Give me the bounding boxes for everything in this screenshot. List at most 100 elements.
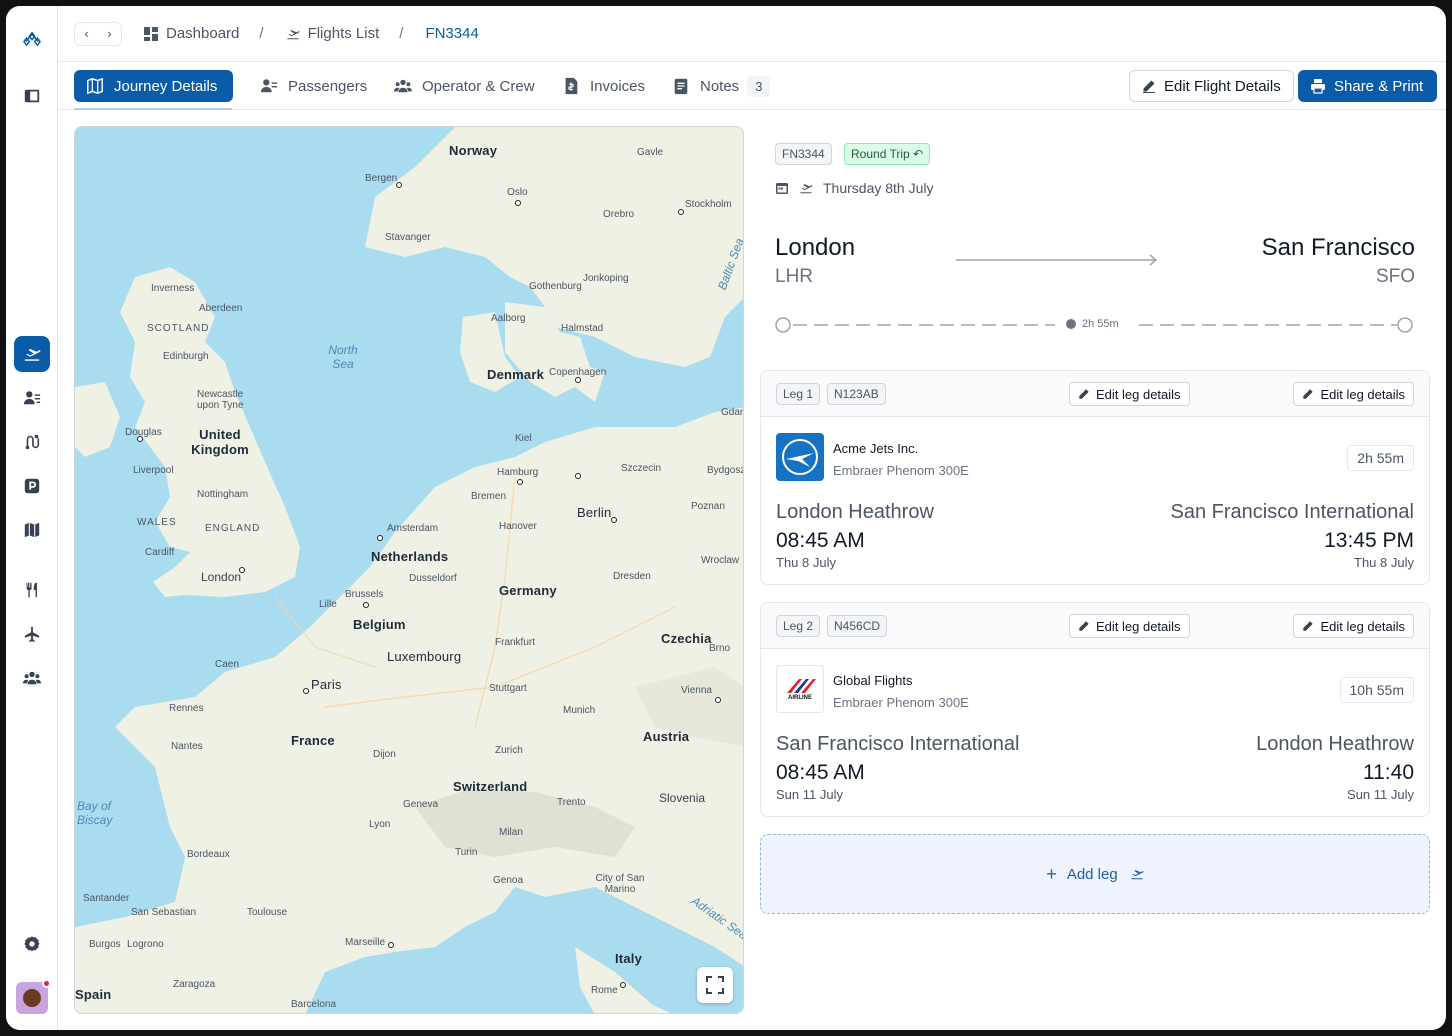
button-label: Edit Flight Details — [1164, 77, 1281, 95]
settings-icon[interactable] — [14, 926, 50, 962]
catering-icon[interactable] — [14, 572, 50, 608]
back-arrow-icon[interactable]: ‹ — [75, 23, 98, 45]
map-country-label: France — [291, 733, 335, 748]
toggle-sidebar-icon[interactable] — [14, 78, 50, 114]
map-city-label: Turin — [455, 847, 478, 858]
city-marker — [715, 697, 721, 703]
user-avatar[interactable] — [16, 979, 51, 1014]
map-city-label: Milan — [499, 827, 523, 838]
edit-leg-button[interactable]: Edit leg details — [1069, 382, 1190, 406]
parking-icon[interactable] — [14, 468, 50, 504]
map-country-label: Luxembourg — [387, 649, 462, 664]
total-duration: 2h 55m — [1066, 318, 1119, 330]
arrival-date: Thu 8 July — [1354, 555, 1414, 570]
map-city-label: Logrono — [127, 939, 164, 950]
pencil-icon — [1303, 621, 1314, 631]
city-marker — [363, 602, 369, 608]
map-country-label: Netherlands — [371, 549, 449, 564]
map-city-label: Wroclaw — [701, 555, 740, 566]
breadcrumb-dashboard[interactable]: Dashboard — [144, 25, 239, 42]
map-city-label: Aberdeen — [199, 303, 243, 314]
map-city-label: Barcelona — [291, 999, 337, 1010]
tab-label: Notes — [700, 77, 740, 95]
operator-name: Acme Jets Inc. — [833, 441, 919, 456]
departure-airport: San Francisco International — [776, 733, 1020, 755]
arrival-airport: San Francisco International — [1170, 501, 1414, 523]
tab-notes[interactable]: Notes 3 — [672, 70, 771, 102]
map-country-label: Germany — [499, 583, 557, 598]
aircraft-type: Embraer Phenom 300E — [833, 695, 969, 710]
leg-header: Leg 1 N123AB Edit leg details Edit leg d… — [761, 371, 1429, 417]
map-city-label: Gavle — [637, 147, 664, 158]
flight-date: Thursday 8th July — [823, 180, 934, 196]
map-icon — [87, 77, 103, 95]
tab-journey-details[interactable]: Journey Details — [74, 70, 234, 102]
edit-leg-button[interactable]: Edit leg details — [1069, 614, 1190, 638]
passengers-icon[interactable] — [14, 380, 50, 416]
trip-type-badge: Round Trip ↶ — [844, 143, 931, 165]
button-label: Edit leg details — [1320, 618, 1405, 634]
route-map[interactable]: Norway Denmark United Kingdom Netherland… — [74, 126, 744, 1014]
city-marker — [137, 436, 143, 442]
invoice-icon — [565, 77, 578, 95]
city-marker — [377, 535, 383, 541]
edit-leg-button[interactable]: Edit leg details — [1293, 614, 1414, 638]
map-city-label: Santander — [83, 893, 130, 904]
notes-icon — [674, 78, 688, 95]
map-city-label: Geneva — [403, 799, 439, 810]
map-city-label: Gothenburg — [529, 281, 582, 292]
edit-flight-details-button[interactable]: Edit Flight Details — [1129, 70, 1294, 102]
breadcrumb-flights-list[interactable]: Flights List — [286, 25, 379, 42]
app-logo-icon[interactable] — [14, 20, 50, 56]
map-country-label: Switzerland — [453, 779, 528, 794]
arrival-date: Sun 11 July — [1347, 787, 1414, 802]
return-arrow-icon: ↶ — [913, 147, 924, 161]
add-leg-button[interactable]: + Add leg — [760, 834, 1430, 914]
map-city-label: Zaragoza — [173, 979, 216, 990]
map-city-label: Burgos — [89, 939, 121, 950]
map-country-label: Austria — [643, 729, 690, 744]
leg-card: Leg 2 N456CD Edit leg details Edit leg d… — [760, 602, 1430, 817]
city-marker — [620, 982, 626, 988]
tab-passengers[interactable]: Passengers — [260, 70, 367, 102]
breadcrumb-label: Dashboard — [166, 25, 240, 42]
operator-logo — [776, 433, 824, 481]
map-country-label: Belgium — [353, 617, 406, 632]
crew-icon[interactable] — [14, 660, 50, 696]
tab-invoices[interactable]: Invoices — [562, 70, 645, 102]
tail-number: N123AB — [827, 383, 886, 405]
map-city-label: Inverness — [151, 283, 195, 294]
flight-date-row: Thursday 8th July — [775, 180, 934, 196]
flights-icon[interactable] — [14, 336, 50, 372]
destination-code: SFO — [1375, 266, 1415, 287]
leg-duration: 10h 55m — [1339, 677, 1414, 703]
fullscreen-button[interactable] — [697, 967, 733, 1003]
button-label: Edit leg details — [1096, 618, 1181, 634]
logo-text: AIRLINE — [788, 695, 812, 701]
city-marker — [611, 517, 617, 523]
map-city-label: Cardiff — [145, 547, 175, 558]
notes-count-badge: 3 — [747, 75, 771, 97]
map-country-label: Czechia — [661, 631, 712, 646]
map-icon[interactable] — [14, 512, 50, 548]
app-window: ‹ › Dashboard / Flights List / FN3344 Jo… — [6, 6, 1446, 1030]
operator-logo: AIRLINE — [776, 665, 824, 713]
tab-operator-crew[interactable]: Operator & Crew — [394, 70, 535, 102]
edit-leg-button[interactable]: Edit leg details — [1293, 382, 1414, 406]
map-city-label: Stuttgart — [489, 683, 527, 694]
map-city-label: Newcastle upon Tyne — [197, 389, 244, 411]
passengers-icon — [260, 79, 278, 93]
history-nav: ‹ › — [74, 21, 122, 46]
share-print-button[interactable]: Share & Print — [1298, 70, 1438, 102]
leg-card: Leg 1 N123AB Edit leg details Edit leg d… — [760, 370, 1430, 585]
forward-arrow-icon[interactable]: › — [98, 23, 121, 45]
routes-icon[interactable] — [14, 424, 50, 460]
aircraft-icon[interactable] — [14, 616, 50, 652]
map-city-label: City of San Marino — [595, 873, 645, 895]
tab-label: Operator & Crew — [422, 77, 535, 95]
breadcrumb-current: FN3344 — [425, 25, 478, 42]
clock-icon — [1066, 319, 1076, 329]
map-city-label: Bremen — [471, 491, 507, 502]
button-label: Share & Print — [1334, 77, 1424, 95]
calendar-icon — [776, 183, 788, 194]
